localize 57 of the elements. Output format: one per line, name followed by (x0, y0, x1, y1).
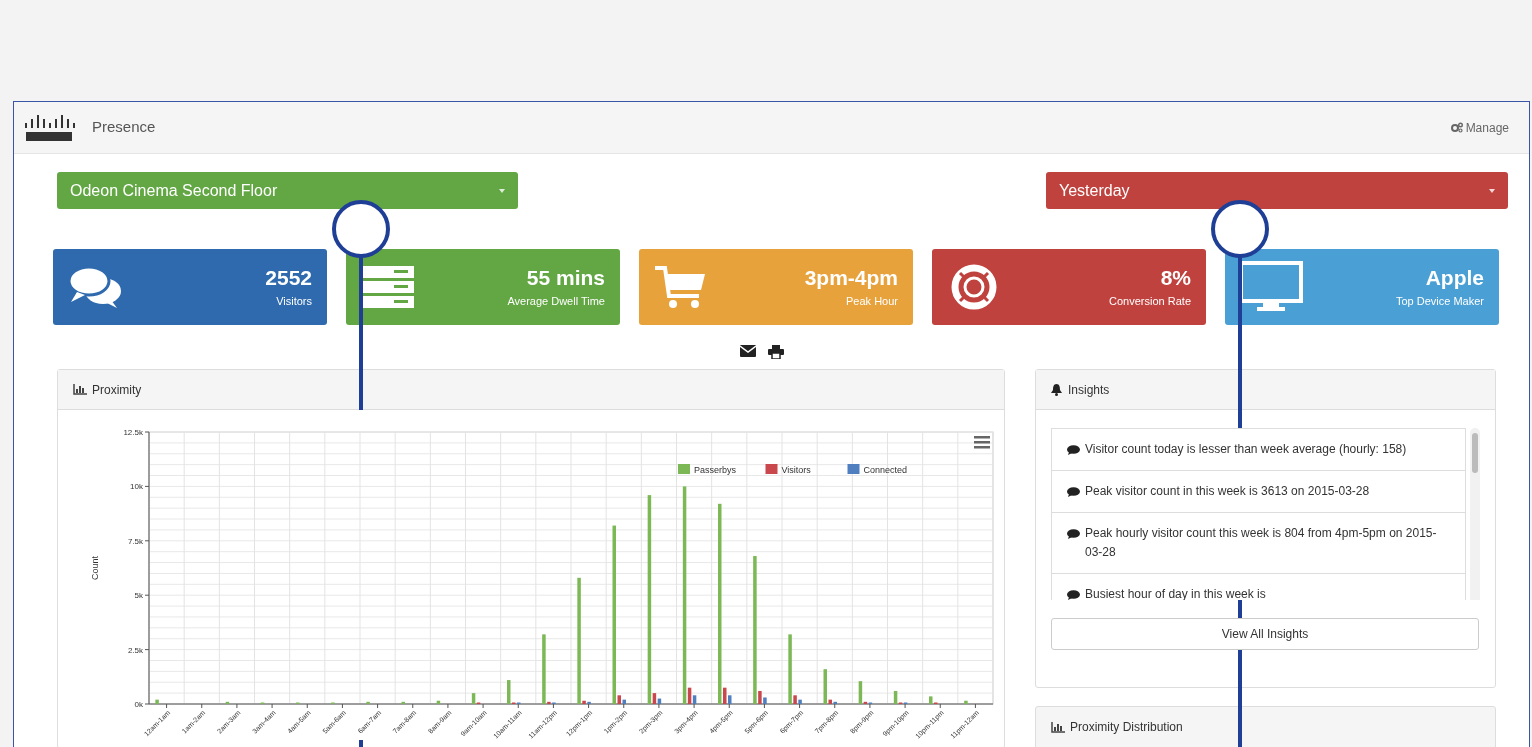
axis-tick-label: 10k (130, 482, 143, 492)
bar (155, 699, 159, 704)
speech-bubble-icon (1067, 590, 1080, 600)
monitor-icon (1239, 261, 1303, 313)
axis-title: Count (90, 556, 100, 580)
axis-tick-label: 0k (134, 700, 143, 709)
stat-value: 2552 (265, 265, 312, 291)
bar (225, 701, 230, 704)
legend-label: Visitors (781, 465, 811, 475)
caret-icon (1489, 188, 1495, 193)
stat-value: Apple (1425, 265, 1484, 291)
period-dropdown[interactable]: Yesterday (1046, 172, 1508, 209)
stat-value: 55 mins (526, 265, 605, 291)
bar (366, 701, 370, 704)
logo-icon (22, 112, 76, 143)
stat-label: Top Device Maker (1395, 294, 1484, 309)
scrollbar[interactable] (1470, 428, 1480, 600)
stat-label: Peak Hour (846, 294, 898, 309)
axis-tick-label: 5k (134, 591, 143, 601)
stat-label: Average Dwell Time (507, 294, 605, 309)
axis-tick-label: 2.5k (127, 645, 143, 655)
gears-icon (1450, 122, 1463, 133)
insight-text: Busiest hour of day in this week is (1085, 586, 1266, 600)
axis-tick-label: 7.5k (127, 536, 143, 546)
caret-icon (499, 188, 505, 193)
panel-title: Proximity (92, 381, 142, 399)
manage-link[interactable]: Manage (1450, 118, 1509, 137)
insight-text: Peak hourly visitor count this week is 804 from 4pm-5pm on 2015-03-28 (1085, 525, 1438, 561)
speech-bubble-icon (1067, 487, 1080, 497)
bar (964, 700, 968, 704)
server-icon (360, 264, 416, 310)
location-dropdown[interactable]: Odeon Cinema Second Floor (57, 172, 518, 209)
bar (436, 700, 441, 704)
bar (401, 701, 405, 704)
insight-text: Visitor count today is lesser than week average (hourly: 158) (1085, 441, 1407, 458)
bell-icon (1051, 383, 1062, 396)
callout-circle (1211, 200, 1269, 258)
stat-value: 8% (1160, 265, 1191, 291)
view-all-insights-button[interactable]: View All Insights (1051, 618, 1479, 650)
bar-chart-icon (73, 384, 87, 395)
app-title: Presence (92, 117, 156, 138)
menu-icon[interactable] (974, 436, 990, 449)
legend-label: Passerbys (694, 465, 737, 475)
axis-tick-label: 12.5k (123, 428, 143, 437)
callout-circle (332, 200, 390, 258)
insight-text: Peak visitor count in this week is 3613 on 2015-03-28 (1085, 483, 1370, 500)
print-icon[interactable] (767, 345, 784, 359)
panel-title: Proximity Distribution (1070, 719, 1183, 736)
legend-label: Connected (863, 465, 908, 475)
mail-icon[interactable] (739, 345, 756, 357)
stat-value: 3pm-4pm (804, 265, 898, 291)
stat-label: Conversion Rate (1109, 294, 1191, 309)
stat-label: Visitors (276, 294, 312, 309)
panel-title: Insights (1068, 381, 1110, 399)
speech-bubble-icon (1067, 529, 1080, 539)
speech-bubble-icon (1067, 445, 1080, 455)
bar-chart-icon (1051, 721, 1065, 733)
